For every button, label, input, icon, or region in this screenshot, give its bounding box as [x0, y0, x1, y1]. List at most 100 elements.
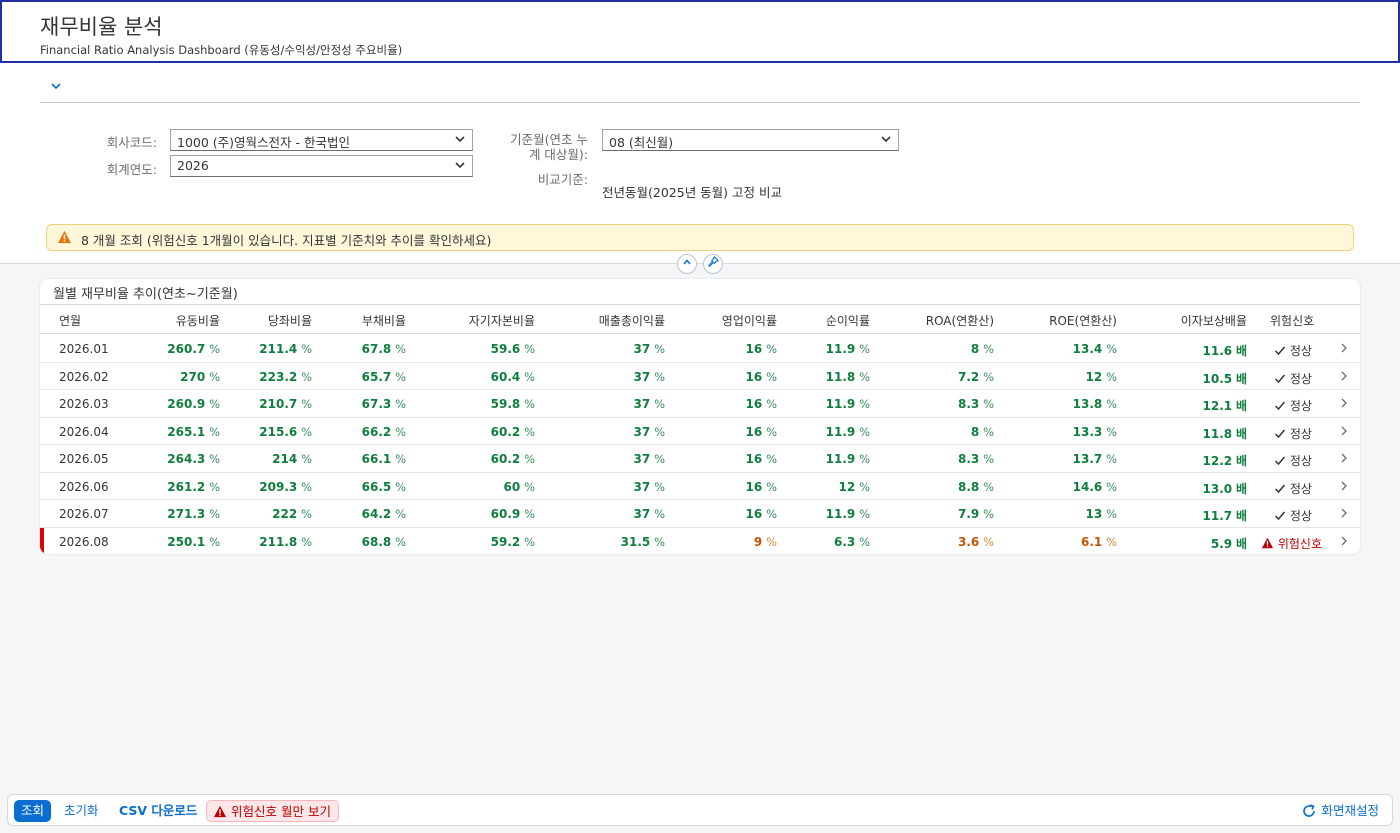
col-month: 연월 — [59, 314, 82, 328]
cell-value: 37 — [633, 342, 651, 356]
chevron-right-icon[interactable] — [1340, 397, 1348, 411]
cell-value: 8.3 — [957, 397, 980, 411]
chevron-right-icon[interactable] — [1340, 342, 1348, 356]
company-code-select[interactable]: 1000 (주)영웍스전자 - 한국법인 — [170, 129, 473, 151]
cell-debt: 66.2 % — [362, 425, 406, 439]
base-month-select[interactable]: 08 (최신월) — [602, 129, 899, 151]
table-row[interactable]: 2026.06 261.2 % 209.3 % 66.5 % 60 % 37 % 16 % 1… — [40, 473, 1360, 500]
cell-value: 66.5 — [361, 479, 392, 494]
cell-value: 9 — [753, 534, 763, 549]
cell-unit: % — [859, 424, 870, 439]
chevron-up-icon — [683, 259, 691, 265]
chevron-right-icon[interactable] — [1340, 370, 1348, 384]
table-row[interactable]: 2026.03 260.9 % 210.7 % 67.3 % 59.8 % 37 % 16 … — [40, 390, 1360, 418]
cell-unit: % — [209, 369, 220, 384]
cell-value: 16 — [745, 342, 763, 356]
cell-gross: 31.5 % — [621, 535, 665, 549]
chevron-down-icon[interactable] — [48, 80, 64, 96]
cell-unit: % — [301, 534, 312, 549]
cell-unit: % — [1106, 534, 1117, 549]
cell-unit: % — [859, 397, 870, 411]
cell-op: 16 % — [746, 507, 777, 521]
cell-value: 11.9 — [825, 397, 856, 411]
cell-quick: 215.6 % — [259, 425, 312, 439]
cell-unit: % — [766, 534, 777, 549]
cell-unit: % — [766, 507, 777, 521]
cell-value: 16 — [745, 452, 763, 466]
table-row[interactable]: 2026.05 264.3 % 214 % 66.1 % 60.2 % 37 % 16 % 1… — [40, 445, 1360, 473]
cell-unit: % — [524, 507, 535, 521]
cell-value: 7.2 — [957, 369, 980, 384]
footer-toolbar: 조회 초기화 CSV 다운로드 위험신호 월만 보기 화면재설정 — [7, 794, 1393, 826]
chevron-right-icon[interactable] — [1340, 535, 1348, 549]
cell-net: 12 % — [839, 480, 870, 494]
cell-unit: % — [395, 397, 406, 411]
cell-unit: % — [766, 397, 777, 411]
chevron-right-icon[interactable] — [1340, 507, 1348, 521]
cell-unit: % — [209, 479, 220, 494]
cell-roa: 8 % — [971, 425, 994, 439]
cell-net: 11.8 % — [826, 370, 870, 384]
cell-unit: % — [983, 452, 994, 466]
cell-roe: 14.6 % — [1073, 480, 1117, 494]
cell-net: 11.9 % — [826, 425, 870, 439]
fiscal-year-select[interactable]: 2026 — [170, 155, 473, 177]
cell-gross: 37 % — [634, 480, 665, 494]
csv-download-button[interactable]: CSV 다운로드 — [112, 800, 204, 822]
cell-equity: 59.8 % — [491, 397, 535, 411]
col-debt-ratio: 부채비율 — [361, 314, 406, 328]
warning-icon — [57, 230, 72, 244]
cell-unit: % — [209, 342, 220, 356]
cell-risk-signal: 정상 — [1274, 452, 1312, 469]
cell-month: 2026.03 — [59, 397, 109, 411]
chevron-right-icon[interactable] — [1340, 425, 1348, 439]
cell-current: 264.3 % — [167, 452, 220, 466]
ratio-table: 월별 재무비율 추이(연초~기준월) 연월 유동비율 당좌비율 부채비율 자기자… — [40, 279, 1360, 554]
table-row[interactable]: 2026.01 260.7 % 211.4 % 67.8 % 59.6 % 37 % 16 … — [40, 335, 1360, 363]
cell-value: 6.1 — [1080, 534, 1103, 549]
table-row[interactable]: 2026.07 271.3 % 222 % 64.2 % 60.9 % 37 % 16 % 1… — [40, 500, 1360, 528]
cell-value: 12 — [838, 479, 856, 494]
cell-value: 270 — [180, 369, 206, 384]
cell-net: 11.9 % — [826, 507, 870, 521]
risk-only-button[interactable]: 위험신호 월만 보기 — [206, 800, 339, 822]
cell-unit: % — [859, 342, 870, 356]
cell-unit: % — [859, 534, 870, 549]
restore-layout-button[interactable]: 화면재설정 — [1299, 800, 1386, 822]
cell-unit: % — [654, 534, 665, 549]
warning-icon — [1261, 537, 1278, 551]
col-quick-ratio: 당좌비율 — [267, 314, 312, 328]
table-row[interactable]: 2026.02 270 % 223.2 % 65.7 % 60.4 % 37 % 16 % 1… — [40, 363, 1360, 390]
base-month-label-line1: 기준월(연초 누 — [510, 132, 588, 147]
risk-only-label: 위험신호 월만 보기 — [231, 804, 331, 819]
search-button[interactable]: 조회 — [14, 800, 52, 822]
cell-unit: % — [1106, 479, 1117, 494]
cell-roe: 13 % — [1086, 507, 1117, 521]
collapse-header-button[interactable] — [677, 254, 697, 274]
cell-unit: % — [524, 479, 535, 494]
cell-unit: % — [395, 534, 406, 549]
col-gross-margin: 매출총이익률 — [598, 314, 665, 328]
cell-value: 60.2 — [490, 424, 521, 439]
cell-unit: % — [654, 397, 665, 411]
compare-basis-label: 비교기준: — [537, 172, 588, 187]
cell-roe: 12 % — [1086, 370, 1117, 384]
cell-value: 260.7 — [167, 342, 206, 356]
cell-equity: 60.2 % — [491, 425, 535, 439]
cell-unit: % — [395, 342, 406, 356]
reset-button[interactable]: 초기화 — [57, 800, 106, 822]
cell-value: 11.9 — [825, 452, 856, 466]
chevron-right-icon[interactable] — [1340, 480, 1348, 494]
table-row[interactable]: 2026.04 265.1 % 215.6 % 66.2 % 60.2 % 37 % 16 … — [40, 418, 1360, 445]
cell-value: 12.2 — [1202, 454, 1233, 468]
risk-signal-text: 정상 — [1289, 399, 1312, 413]
pin-header-button[interactable] — [703, 254, 723, 274]
table-row[interactable]: 2026.08 250.1 % 211.8 % 68.8 % 59.2 % 31.5 % 9… — [40, 527, 1360, 554]
cell-current: 271.3 % — [167, 507, 220, 521]
risk-signal-text: 정상 — [1289, 344, 1312, 358]
cell-debt: 64.2 % — [362, 507, 406, 521]
chevron-right-icon[interactable] — [1340, 452, 1348, 466]
cell-month: 2026.05 — [59, 452, 109, 466]
cell-value: 215.6 — [259, 424, 298, 439]
cell-debt: 66.1 % — [362, 452, 406, 466]
